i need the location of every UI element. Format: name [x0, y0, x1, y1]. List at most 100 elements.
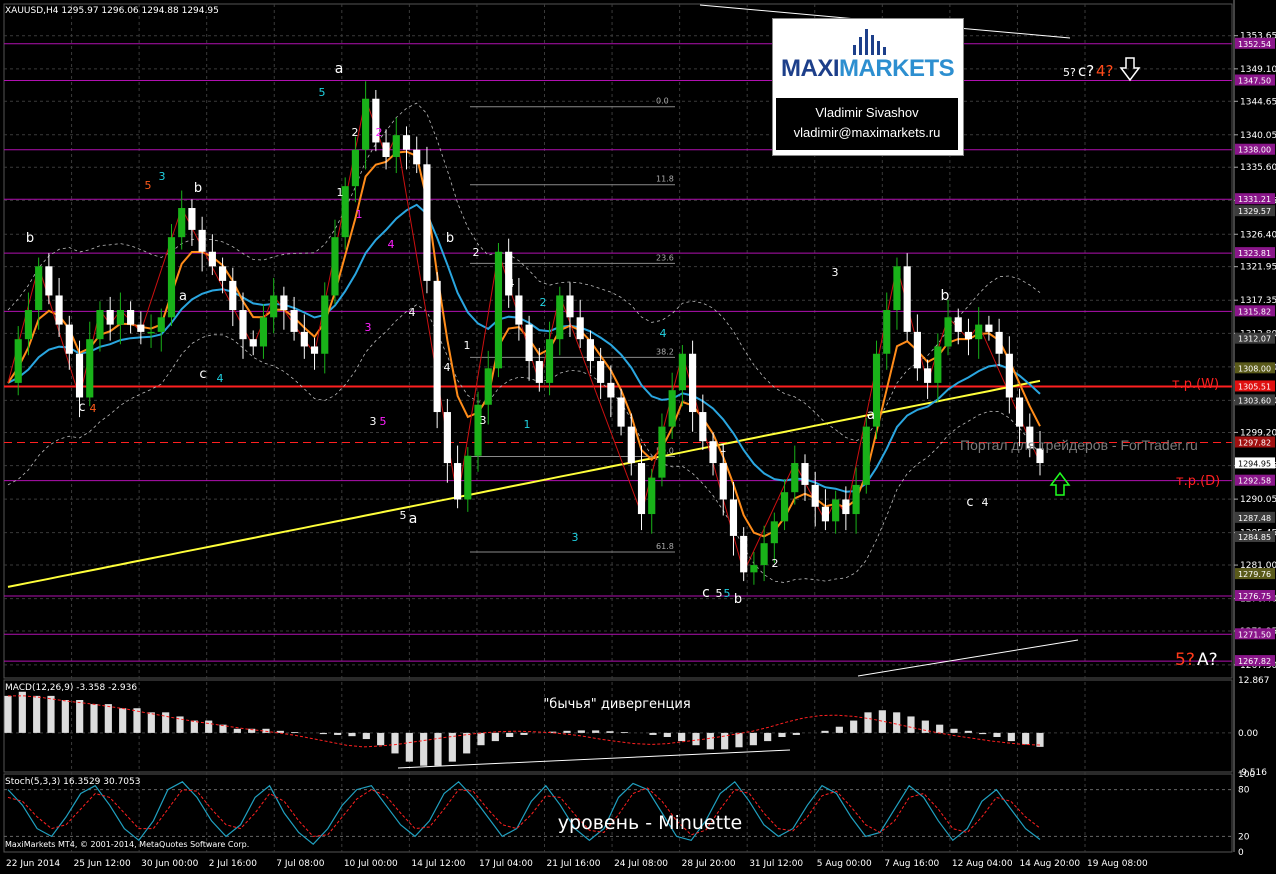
- candle-body: [576, 317, 584, 340]
- level-badge-label: 1284.85: [1238, 533, 1271, 542]
- chart-window[interactable]: 0.011.823.638.250.061.8 a522114353bbac4c…: [0, 0, 1276, 870]
- wave-label: 3: [159, 170, 166, 183]
- wave-label: 4: [508, 277, 515, 290]
- candle-body: [954, 317, 962, 332]
- wave-label: 2: [772, 557, 779, 570]
- candle-body: [648, 477, 656, 515]
- symbol-info: XAUUSD,H4 1295.97 1296.06 1294.88 1294.9…: [5, 6, 219, 16]
- candle-body: [689, 353, 697, 413]
- wave-label: b: [941, 288, 950, 304]
- wave-label: 3: [370, 415, 377, 428]
- candle-body: [96, 310, 104, 340]
- bottom-5: 5?: [1175, 650, 1195, 670]
- stoch-tick-label: 80: [1238, 786, 1250, 796]
- candle-body: [515, 295, 523, 325]
- candle-body: [607, 382, 615, 398]
- candle-body: [637, 463, 646, 515]
- candle-body: [832, 499, 840, 522]
- wave-label: a: [409, 511, 418, 527]
- candle-body: [586, 339, 594, 362]
- candle-body: [862, 426, 870, 485]
- candle-body: [494, 251, 503, 369]
- wave-label: 4: [444, 361, 451, 374]
- candle-body: [535, 361, 543, 383]
- wave-label: 1: [356, 208, 363, 221]
- author-box: Vladimir Sivashov vladimir@maximarkets.r…: [776, 98, 958, 150]
- wave-label: b: [446, 231, 454, 246]
- candle-body: [975, 324, 983, 340]
- candle-body: [259, 317, 268, 347]
- candle-body: [801, 463, 809, 485]
- time-label: 12 Aug 04:00: [952, 859, 1013, 869]
- time-label: 22 Jun 2014: [6, 859, 60, 869]
- stoch-signal-line: [7, 787, 1041, 837]
- candle-body: [65, 324, 73, 354]
- time-label: 28 Jul 20:00: [682, 859, 736, 869]
- candle-body: [157, 317, 165, 332]
- candle-body: [852, 484, 860, 515]
- wave-label: 5: [319, 86, 326, 99]
- wave-label: 3: [480, 414, 487, 427]
- level-badge-label: 1312.07: [1238, 335, 1271, 344]
- candle-body: [821, 506, 830, 522]
- time-label: 24 Jul 08:00: [614, 859, 668, 869]
- candle-body: [883, 310, 891, 354]
- up-arrow-icon: [1049, 471, 1071, 496]
- candle-body: [556, 295, 564, 340]
- divergence-line: [397, 749, 791, 769]
- level-badge-label: 1297.82: [1238, 439, 1271, 448]
- candle-body: [729, 499, 738, 536]
- candle-body: [362, 98, 370, 150]
- wave-label: 4: [217, 372, 224, 385]
- candle-body: [14, 339, 22, 383]
- chart-canvas[interactable]: 0.011.823.638.250.061.8 a522114353bbac4c…: [0, 0, 1276, 870]
- candle-body: [678, 353, 686, 391]
- wave-label: 3: [832, 266, 839, 279]
- wave-label: a: [179, 289, 187, 304]
- time-label: 17 Jul 04:00: [479, 859, 533, 869]
- time-label: 21 Jul 16:00: [547, 859, 601, 869]
- time-label: 2 Jul 16:00: [209, 859, 258, 869]
- trend-line-bottom: [857, 639, 1079, 677]
- wave-label: 4: [660, 327, 667, 340]
- candle-body: [719, 463, 727, 500]
- candle-body: [147, 331, 155, 334]
- time-label: 7 Jul 08:00: [276, 859, 325, 869]
- candle-body: [178, 208, 186, 238]
- level-badge-label: 1323.81: [1238, 249, 1271, 258]
- candle-body: [402, 135, 411, 150]
- price-tick-label: 1290.05: [1240, 495, 1276, 505]
- wave-label: 5: [145, 179, 152, 192]
- candle-body: [127, 310, 135, 325]
- candle-body: [321, 295, 329, 354]
- candle-body: [300, 331, 308, 347]
- candle-body: [1005, 353, 1013, 398]
- candle-body: [413, 149, 421, 165]
- candle-body: [188, 208, 196, 230]
- wave-label: 1: [720, 442, 727, 455]
- price-tick-label: 1349.10: [1240, 65, 1276, 75]
- wave-label: 4: [982, 496, 989, 509]
- candle-body: [75, 353, 84, 398]
- candle-body: [545, 339, 554, 383]
- candle-body: [454, 463, 462, 500]
- candle-body: [443, 412, 451, 464]
- wave-label: c: [78, 400, 85, 415]
- author-name: Vladimir Sivashov: [815, 105, 919, 120]
- wave-label: 4: [90, 402, 97, 415]
- time-label: 19 Aug 08:00: [1087, 859, 1148, 869]
- ma-yellow: [7, 379, 1041, 588]
- price-tick-label: 1317.35: [1240, 296, 1276, 306]
- level-badge-label: 1352.54: [1238, 40, 1271, 49]
- top-right-c: c?: [1078, 62, 1094, 80]
- candle-body: [780, 492, 789, 522]
- fib-label: 38.2: [656, 347, 674, 356]
- macd-panel: 12.8670.00-9.516: [4, 676, 1270, 778]
- price-tick-label: 1326.40: [1240, 230, 1276, 240]
- candle-body: [239, 310, 247, 340]
- level-badge-label: 1315.82: [1238, 307, 1271, 316]
- logo-wordmark: MAXIMARKETS: [781, 55, 955, 82]
- top-right-5: 5?: [1063, 66, 1076, 79]
- stoch-main-line: [7, 780, 1041, 846]
- macd-label: MACD(12,26,9) -3.358 -2.936: [5, 683, 137, 693]
